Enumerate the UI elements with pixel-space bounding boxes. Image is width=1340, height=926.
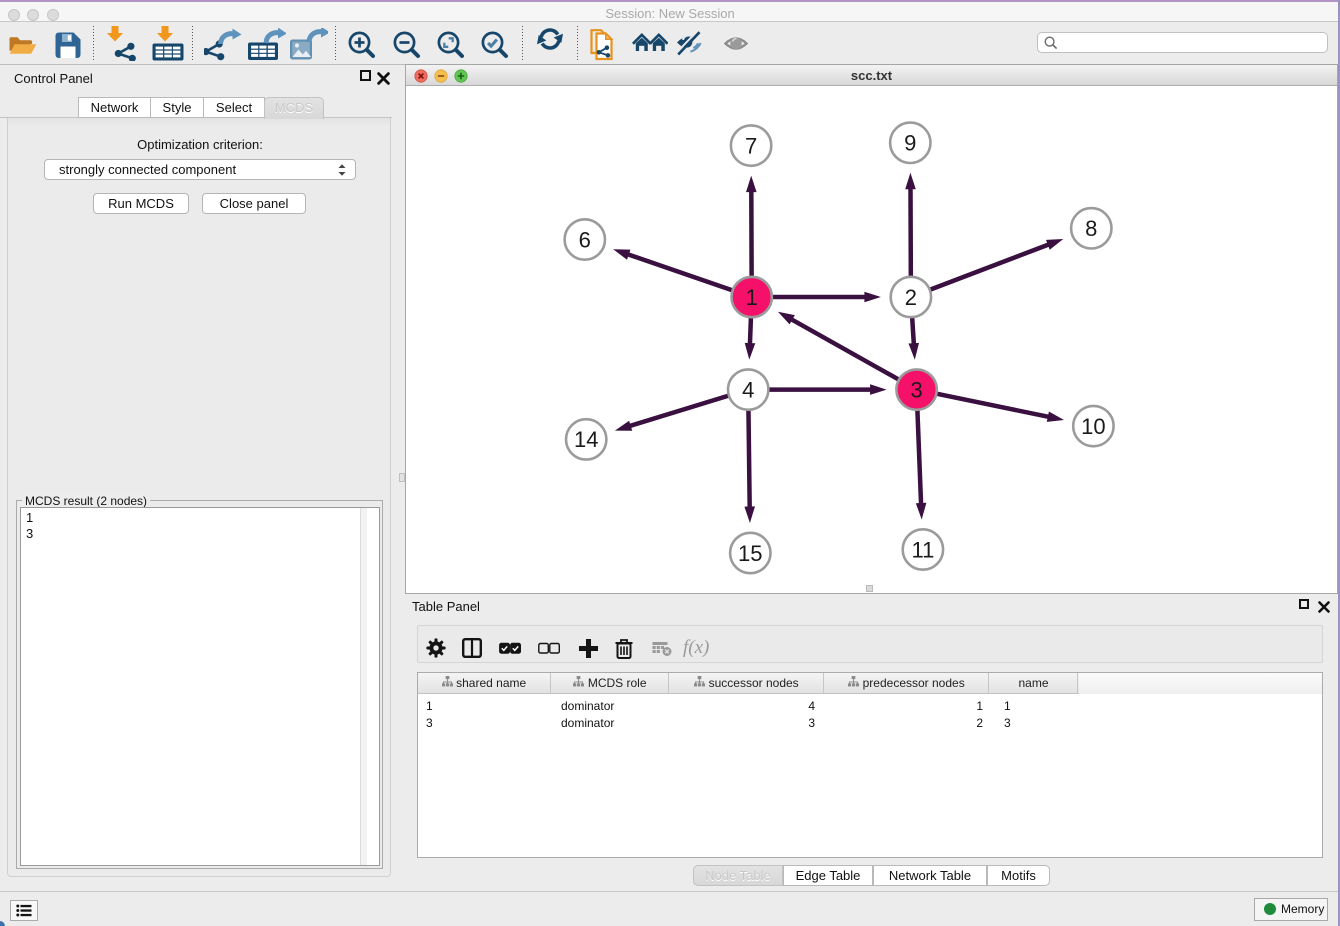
svg-text:7: 7: [745, 133, 757, 158]
svg-text:9: 9: [904, 131, 916, 156]
svg-text:2: 2: [905, 285, 917, 310]
svg-text:3: 3: [910, 377, 922, 402]
svg-text:6: 6: [579, 227, 591, 252]
svg-text:11: 11: [911, 537, 934, 562]
svg-text:14: 14: [574, 427, 598, 452]
svg-text:4: 4: [742, 377, 754, 402]
svg-text:f(x): f(x): [683, 637, 709, 658]
svg-text:10: 10: [1081, 414, 1105, 439]
svg-text:15: 15: [738, 541, 762, 566]
svg-text:1: 1: [746, 285, 758, 310]
svg-text:8: 8: [1085, 216, 1097, 241]
